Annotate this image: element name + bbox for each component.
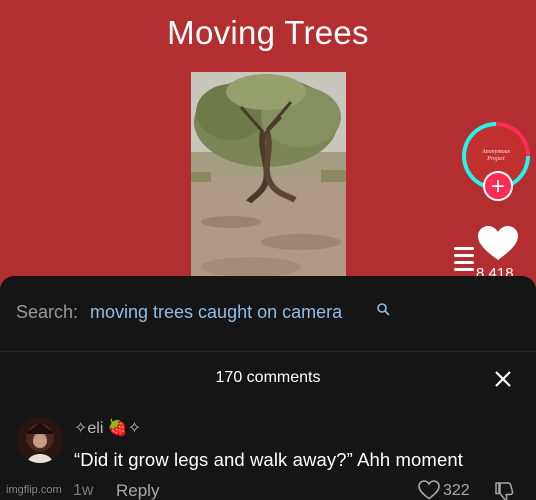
avatar-text-line-1: Anonymous xyxy=(482,149,510,155)
search-icon[interactable] xyxy=(376,302,390,316)
comments-header: 170 comments xyxy=(0,351,536,407)
heart-icon[interactable] xyxy=(478,226,518,262)
commenter-avatar-image xyxy=(27,423,53,463)
video-player[interactable]: Moving Trees Anonymous Project + 8,418 xyxy=(0,0,536,282)
close-icon[interactable] xyxy=(494,370,512,388)
comments-count: 170 comments xyxy=(215,369,321,386)
commenter-avatar[interactable] xyxy=(17,417,63,463)
related-search-bar[interactable]: Search: moving trees caught on camera xyxy=(0,276,536,351)
comment-text: “Did it grow legs and walk away?” Ahh mo… xyxy=(74,449,463,470)
comment-time: 1w xyxy=(73,482,94,499)
imgflip-watermark: imgflip.com xyxy=(6,484,62,496)
avatar-text-line-2: Project xyxy=(487,156,505,162)
sound-lines-icon xyxy=(454,247,474,271)
comment-username[interactable]: ✧eli 🍓✧ xyxy=(74,418,141,438)
reply-button[interactable]: Reply xyxy=(116,481,159,500)
comment-heart-icon[interactable] xyxy=(418,480,440,500)
search-query-link[interactable]: moving trees caught on camera xyxy=(90,302,342,323)
comment-like-count: 322 xyxy=(443,482,470,499)
tree-video-frame[interactable] xyxy=(191,72,346,282)
tree-photo xyxy=(191,72,346,282)
search-label: Search: xyxy=(16,302,79,322)
comment-item: ✧eli 🍓✧ “Did it grow legs and walk away?… xyxy=(0,407,536,500)
follow-button[interactable]: + xyxy=(483,171,513,201)
video-title: Moving Trees xyxy=(167,14,369,51)
comments-sheet: Search: moving trees caught on camera 17… xyxy=(0,276,536,500)
thumbs-down-icon[interactable] xyxy=(494,481,516,500)
